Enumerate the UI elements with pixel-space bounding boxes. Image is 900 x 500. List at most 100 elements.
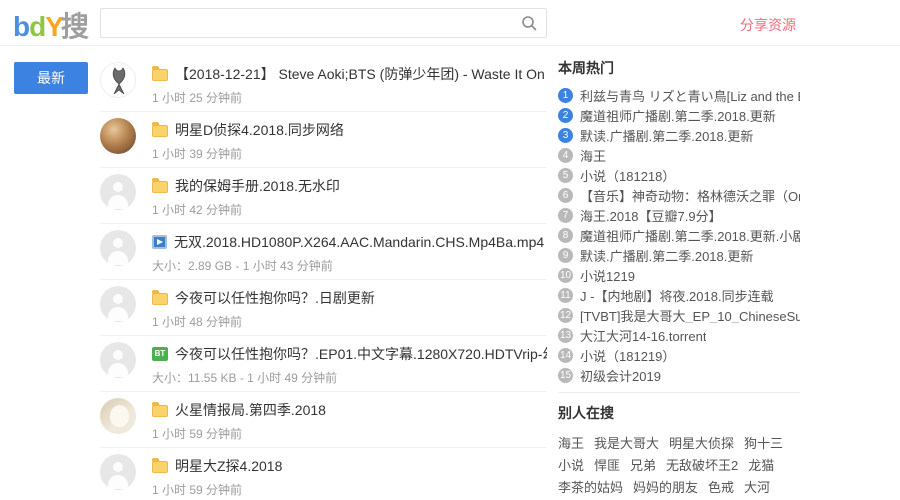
hot-item-label[interactable]: 小说（181218） bbox=[580, 168, 675, 183]
logo-letter-d: d bbox=[29, 11, 46, 42]
default-avatar bbox=[100, 454, 136, 490]
top-header: bdY搜 分享资源 bbox=[0, 0, 900, 46]
list-item[interactable]: 明星大Z探4.2018 1 小时 59 分钟前 bbox=[100, 448, 547, 500]
search-tag[interactable]: 大河 bbox=[744, 477, 770, 499]
rank-badge: 7 bbox=[558, 208, 573, 223]
list-item[interactable]: 无双.2018.HD1080P.X264.AAC.Mandarin.CHS.Mp… bbox=[100, 224, 547, 280]
search-tag[interactable]: 李茶的姑妈 bbox=[558, 477, 623, 499]
hot-item[interactable]: 7 海王.2018【豆瓣7.9分】 bbox=[558, 208, 800, 223]
hot-item[interactable]: 1 利兹与青鸟 リズと青い鳥[Liz and the Blue B... bbox=[558, 88, 800, 103]
share-resource-link[interactable]: 分享资源 bbox=[740, 15, 796, 35]
hot-item[interactable]: 11 J -【内地剧】将夜.2018.同步连载 bbox=[558, 288, 800, 303]
hot-item[interactable]: 4 海王 bbox=[558, 148, 800, 163]
hot-item[interactable]: 14 小说（181219） bbox=[558, 348, 800, 363]
hot-item[interactable]: 8 魔道祖师广播剧.第二季.2018.更新.小剧场 bbox=[558, 228, 800, 243]
hot-item-label[interactable]: 【音乐】神奇动物：格林德沃之罪（Original ... bbox=[580, 188, 800, 203]
search-tag-cloud: 海王 我是大哥大 明星大侦探 狗十三小说 悍匪 兄弟 无敌破坏王2 龙猫李茶的姑妈 妈妈的朋友色… bbox=[558, 433, 800, 500]
result-meta: 1 小时 48 分钟前 bbox=[152, 315, 243, 329]
hot-item[interactable]: 10 小说1219 bbox=[558, 268, 800, 283]
search-tag[interactable]: 狗十三 bbox=[744, 433, 783, 455]
rank-badge: 8 bbox=[558, 228, 573, 243]
hot-item[interactable]: 5 小说（181218） bbox=[558, 168, 800, 183]
hot-item[interactable]: 9 默读.广播剧.第二季.2018.更新 bbox=[558, 248, 800, 263]
rank-badge: 10 bbox=[558, 268, 573, 283]
logo-letter-b: b bbox=[13, 11, 30, 42]
result-meta: 大小：2.89 GB - 1 小时 43 分钟前 bbox=[152, 259, 333, 273]
hot-weekly-title: 本周热门 bbox=[558, 60, 614, 76]
default-avatar bbox=[100, 342, 136, 378]
hot-item-label[interactable]: 海王 bbox=[580, 148, 606, 163]
sidebar-divider bbox=[558, 392, 800, 393]
search-tag[interactable]: 明星大侦探 bbox=[669, 433, 734, 455]
hot-item-label[interactable]: 初级会计2019 bbox=[580, 368, 661, 383]
rank-badge: 1 bbox=[558, 88, 573, 103]
list-item[interactable]: 我的保姆手册.2018.无水印 1 小时 42 分钟前 bbox=[100, 168, 547, 224]
latest-tab-button[interactable]: 最新 bbox=[14, 62, 88, 94]
video-file-icon bbox=[152, 235, 167, 249]
search-tag[interactable]: 我是大哥大 bbox=[594, 433, 659, 455]
result-title[interactable]: 今夜可以任性抱你吗？.EP01.中文字幕.1280X720.HDTVrip-幻月… bbox=[175, 344, 547, 364]
result-title[interactable]: 今夜可以任性抱你吗？.日剧更新 bbox=[175, 288, 375, 308]
logo-letter-y: Y bbox=[45, 11, 64, 42]
hot-item-label[interactable]: [TVBT]我是大哥大_EP_10_ChineseSubbed_E... bbox=[580, 308, 800, 323]
hot-item-label[interactable]: 小说1219 bbox=[580, 268, 635, 283]
default-avatar bbox=[100, 230, 136, 266]
search-input[interactable] bbox=[100, 8, 547, 38]
site-logo[interactable]: bdY搜 bbox=[13, 5, 89, 45]
search-tag[interactable]: 色戒 bbox=[708, 477, 734, 499]
hot-item-label[interactable]: 魔道祖师广播剧.第二季.2018.更新 bbox=[580, 108, 776, 123]
search-tag[interactable]: 兄弟 bbox=[630, 455, 656, 477]
result-title[interactable]: 明星大Z探4.2018 bbox=[175, 456, 282, 476]
rank-badge: 9 bbox=[558, 248, 573, 263]
hot-item-label[interactable]: 默读.广播剧.第二季.2018.更新 bbox=[580, 128, 753, 143]
result-title[interactable]: 【2018-12-21】 Steve Aoki;BTS (防弹少年团) - Wa… bbox=[175, 64, 547, 84]
result-meta: 1 小时 59 分钟前 bbox=[152, 427, 243, 441]
hot-item[interactable]: 6 【音乐】神奇动物：格林德沃之罪（Original ... bbox=[558, 188, 800, 203]
result-title[interactable]: 我的保姆手册.2018.无水印 bbox=[175, 176, 340, 196]
search-tag[interactable]: 妈妈的朋友 bbox=[633, 477, 698, 499]
result-meta: 1 小时 42 分钟前 bbox=[152, 203, 243, 217]
hot-item[interactable]: 3 默读.广播剧.第二季.2018.更新 bbox=[558, 128, 800, 143]
list-item[interactable]: 火星情报局.第四季.2018 1 小时 59 分钟前 bbox=[100, 392, 547, 448]
list-item[interactable]: 今夜可以任性抱你吗？.日剧更新 1 小时 48 分钟前 bbox=[100, 280, 547, 336]
hot-item-label[interactable]: 大江大河14-16.torrent bbox=[580, 328, 706, 343]
result-meta: 大小：11.55 KB - 1 小时 49 分钟前 bbox=[152, 371, 338, 385]
rank-badge: 3 bbox=[558, 128, 573, 143]
search-icon[interactable] bbox=[521, 15, 537, 31]
result-title[interactable]: 明星D侦探4.2018.同步网络 bbox=[175, 120, 344, 140]
result-title[interactable]: 无双.2018.HD1080P.X264.AAC.Mandarin.CHS.Mp… bbox=[174, 232, 544, 252]
result-title[interactable]: 火星情报局.第四季.2018 bbox=[175, 400, 326, 420]
search-tag[interactable]: 悍匪 bbox=[594, 455, 620, 477]
others-searching-title: 别人在搜 bbox=[558, 405, 614, 421]
rank-badge: 14 bbox=[558, 348, 573, 363]
bt-icon: BT bbox=[152, 347, 168, 361]
list-item[interactable]: BT 今夜可以任性抱你吗？.EP01.中文字幕.1280X720.HDTVrip-… bbox=[100, 336, 547, 392]
result-meta: 1 小时 25 分钟前 bbox=[152, 91, 243, 105]
hot-item[interactable]: 13 大江大河14-16.torrent bbox=[558, 328, 800, 343]
search-tag[interactable]: 龙猫 bbox=[748, 455, 774, 477]
photo-avatar bbox=[100, 118, 136, 154]
search-tag[interactable]: 小说 bbox=[558, 455, 584, 477]
hot-item-label[interactable]: 小说（181219） bbox=[580, 348, 675, 363]
hot-item[interactable]: 12 [TVBT]我是大哥大_EP_10_ChineseSubbed_E... bbox=[558, 308, 800, 323]
result-meta: 1 小时 39 分钟前 bbox=[152, 147, 243, 161]
search-tag[interactable]: 海王 bbox=[558, 433, 584, 455]
rank-badge: 15 bbox=[558, 368, 573, 383]
hot-item-label[interactable]: J -【内地剧】将夜.2018.同步连载 bbox=[580, 288, 774, 303]
hot-item[interactable]: 15 初级会计2019 bbox=[558, 368, 800, 383]
default-avatar bbox=[100, 174, 136, 210]
hot-item-label[interactable]: 默读.广播剧.第二季.2018.更新 bbox=[580, 248, 753, 263]
default-avatar bbox=[100, 286, 136, 322]
hot-item-label[interactable]: 海王.2018【豆瓣7.9分】 bbox=[580, 208, 722, 223]
hot-item-label[interactable]: 魔道祖师广播剧.第二季.2018.更新.小剧场 bbox=[580, 228, 800, 243]
result-meta: 1 小时 59 分钟前 bbox=[152, 483, 243, 497]
hot-item[interactable]: 2 魔道祖师广播剧.第二季.2018.更新 bbox=[558, 108, 800, 123]
list-item[interactable]: 明星D侦探4.2018.同步网络 1 小时 39 分钟前 bbox=[100, 112, 547, 168]
search-tag[interactable]: 无敌破坏王2 bbox=[666, 455, 738, 477]
hot-item-label[interactable]: 利兹与青鸟 リズと青い鳥[Liz and the Blue B... bbox=[580, 88, 800, 103]
result-list: 【2018-12-21】 Steve Aoki;BTS (防弹少年团) - Wa… bbox=[100, 56, 547, 500]
rank-badge: 6 bbox=[558, 188, 573, 203]
folder-icon bbox=[152, 121, 168, 137]
list-item[interactable]: 【2018-12-21】 Steve Aoki;BTS (防弹少年团) - Wa… bbox=[100, 56, 547, 112]
bear-avatar bbox=[100, 398, 136, 434]
